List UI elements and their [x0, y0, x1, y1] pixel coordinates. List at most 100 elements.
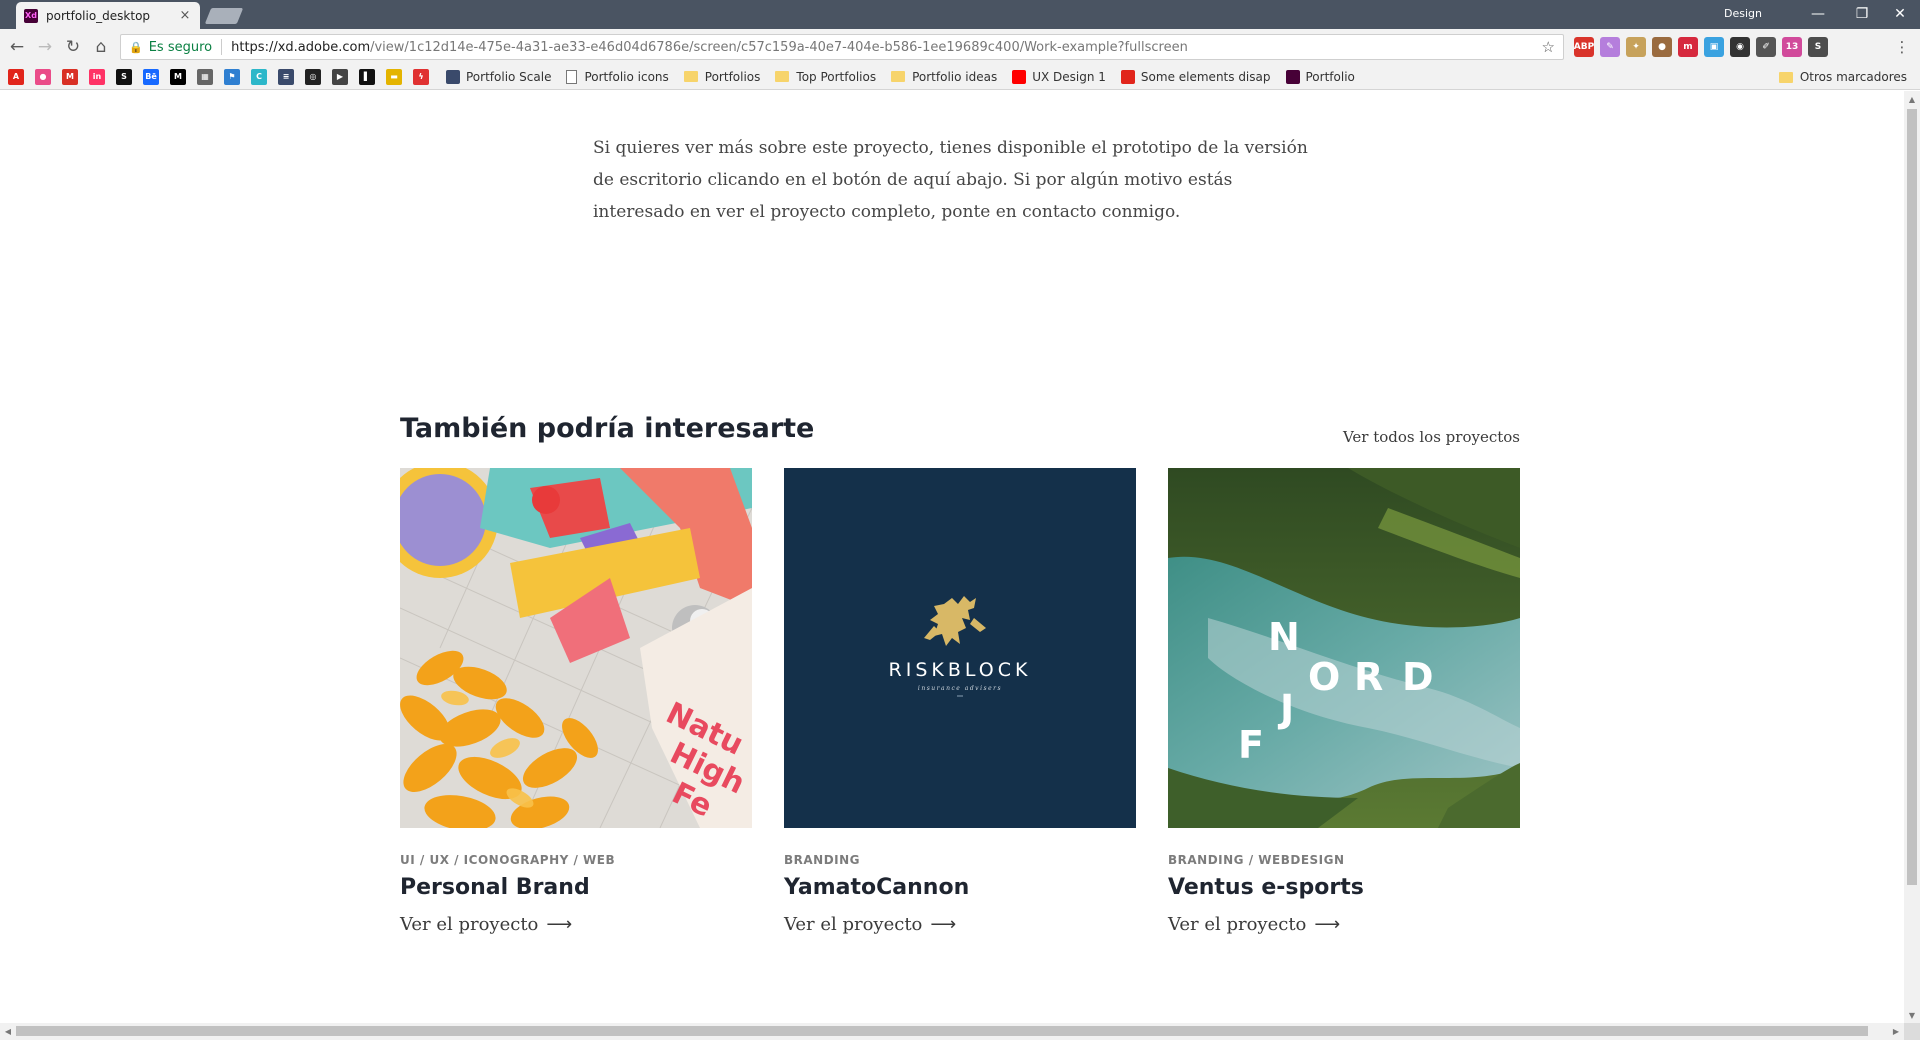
- xd-icon: [1285, 69, 1300, 84]
- forward-arrow-icon[interactable]: →: [35, 37, 55, 57]
- card-tags: BRANDING: [784, 853, 861, 867]
- browser-window: Xd portfolio_desktop × Design — ❐ ✕ ← → …: [0, 0, 1920, 1040]
- minimize-icon[interactable]: —: [1798, 3, 1838, 25]
- tab-strip: Xd portfolio_desktop × Design — ❐ ✕: [0, 0, 1920, 29]
- pen-extension-icon[interactable]: ✎: [1600, 37, 1620, 57]
- intro-paragraph: Si quieres ver más sobre este proyecto, …: [593, 138, 1308, 222]
- view-project-link[interactable]: Ver el proyecto ⟶: [400, 914, 752, 935]
- view-project-link[interactable]: Ver el proyecto ⟶: [1168, 914, 1520, 935]
- s-bookmark-icon[interactable]: S: [116, 68, 132, 85]
- behance-bookmark-icon[interactable]: Bē: [143, 68, 159, 85]
- adblock-icon[interactable]: ABP: [1574, 37, 1594, 57]
- other-bookmarks-label: Otros marcadores: [1799, 70, 1907, 84]
- notify-extension-icon[interactable]: 13: [1782, 37, 1802, 57]
- bookmark-item[interactable]: Portfolio Scale: [446, 69, 551, 84]
- bolt-bookmark-icon[interactable]: ϟ: [413, 68, 429, 85]
- card-title[interactable]: Personal Brand: [400, 875, 752, 900]
- flag-bookmark-icon[interactable]: ⚑: [224, 68, 240, 85]
- reload-icon[interactable]: ↻: [63, 37, 83, 57]
- view-all-projects-link[interactable]: Ver todos los proyectos: [1343, 428, 1520, 446]
- camera-extension-icon[interactable]: ◉: [1730, 37, 1750, 57]
- dropper-extension-icon[interactable]: ✦: [1626, 37, 1646, 57]
- folder-icon: [775, 71, 790, 82]
- view-project-label: Ver el proyecto: [784, 914, 923, 935]
- bookmark-item[interactable]: UX Design 1: [1012, 69, 1106, 84]
- vertical-scrollbar[interactable]: ▲ ▼: [1904, 91, 1920, 1023]
- bookmark-item[interactable]: Some elements disap: [1120, 69, 1271, 84]
- stripes-bookmark-icon[interactable]: ▬: [386, 68, 402, 85]
- grid-bookmark-icon[interactable]: ▦: [197, 68, 213, 85]
- browser-menu-icon[interactable]: ⋮: [1894, 37, 1910, 57]
- back-arrow-icon[interactable]: ←: [7, 37, 27, 57]
- bookmark-item[interactable]: Portfolios: [683, 69, 761, 84]
- project-card-ventus-esports[interactable]: N O R D J F BRANDING / WEBDESIGN Ventus …: [1168, 468, 1520, 935]
- bookmark-label: Portfolio: [1305, 69, 1355, 84]
- view-project-link[interactable]: Ver el proyecto ⟶: [784, 914, 1136, 935]
- c-bookmark-icon[interactable]: C: [251, 68, 267, 85]
- project-card-personal-brand[interactable]: Natu High Fe UI / UX / ICONOGRAPHY / WEB…: [400, 468, 752, 935]
- bookmark-item[interactable]: Portfolio ideas: [891, 70, 997, 84]
- address-bar[interactable]: 🔒 Es seguro https://xd.adobe.com/view/1c…: [120, 34, 1564, 60]
- project-thumbnail-personal-brand[interactable]: Natu High Fe: [400, 468, 752, 828]
- maximize-icon[interactable]: ❐: [1842, 3, 1882, 25]
- card-title[interactable]: Ventus e-sports: [1168, 875, 1520, 900]
- window-close-icon[interactable]: ✕: [1880, 3, 1920, 25]
- scroll-up-icon[interactable]: ▲: [1904, 91, 1920, 107]
- profile-name[interactable]: Design: [1724, 7, 1762, 20]
- fjord-letter-n: N: [1268, 615, 1300, 659]
- window-extension-icon[interactable]: ▣: [1704, 37, 1724, 57]
- bookmark-list: Portfolio Scale Portfolio icons Portfolios…: [446, 69, 1370, 84]
- bookmark-item[interactable]: Top Portfolios: [775, 70, 876, 84]
- colorpick-extension-icon[interactable]: ✐: [1756, 37, 1776, 57]
- url-path: /view/1c12d14e-475e-4a31-ae33-e46d04d678…: [370, 39, 1188, 55]
- bookmark-label: Portfolios: [704, 69, 761, 84]
- bookmark-label: Portfolio ideas: [912, 69, 998, 84]
- lines-bookmark-icon[interactable]: ≡: [278, 68, 294, 85]
- invision-bookmark-icon[interactable]: in: [89, 68, 105, 85]
- bookmark-item[interactable]: Portfolio: [1285, 69, 1355, 84]
- horizontal-scroll-thumb[interactable]: [16, 1026, 1868, 1036]
- adobe-bookmark-icon[interactable]: A: [8, 68, 24, 85]
- tab-portfolio-desktop[interactable]: Xd portfolio_desktop ×: [16, 2, 200, 29]
- bookmark-icons: A ● Min S Bē M ▦ ⚑ C ≡ ◎ ▶ ▌ ▬ ϟ: [8, 68, 440, 85]
- bookmarks-bar: A ● Min S Bē M ▦ ⚑ C ≡ ◎ ▶ ▌ ▬ ϟ Portfolio Scale Portfo…: [0, 64, 1920, 90]
- s-extension-icon[interactable]: S: [1808, 37, 1828, 57]
- dribbble-bookmark-icon[interactable]: ●: [35, 68, 51, 85]
- project-card-yamatocannon[interactable]: RISKBLOCK insurance advisers BRANDING Ya…: [784, 468, 1136, 935]
- card-tags: BRANDING / WEBDESIGN: [1168, 853, 1345, 867]
- medium-bookmark-icon[interactable]: M: [170, 68, 186, 85]
- arrow-right-icon: ⟶: [930, 914, 957, 935]
- project-thumbnail-yamatocannon[interactable]: RISKBLOCK insurance advisers: [784, 468, 1136, 828]
- lock-icon: 🔒: [129, 40, 143, 54]
- fjord-letter-d: D: [1402, 655, 1434, 699]
- scroll-left-icon[interactable]: ◀: [0, 1023, 16, 1040]
- new-tab-button[interactable]: [204, 8, 244, 24]
- horizontal-scrollbar[interactable]: ◀ ▶: [0, 1023, 1920, 1040]
- scroll-right-icon[interactable]: ▶: [1888, 1023, 1904, 1040]
- play-bookmark-icon[interactable]: ▶: [332, 68, 348, 85]
- other-bookmarks[interactable]: Otros marcadores: [1778, 70, 1907, 84]
- arrow-right-icon: ⟶: [546, 914, 573, 935]
- url-text[interactable]: https://xd.adobe.com/view/1c12d14e-475e-…: [231, 40, 1535, 55]
- gmail-bookmark-icon[interactable]: M: [62, 68, 78, 85]
- card-tags: UI / UX / ICONOGRAPHY / WEB: [400, 853, 616, 867]
- project-thumbnail-ventus-esports[interactable]: N O R D J F: [1168, 468, 1520, 828]
- m-extension-icon[interactable]: m: [1678, 37, 1698, 57]
- view-project-label: Ver el proyecto: [1168, 914, 1307, 935]
- card-title[interactable]: YamatoCannon: [784, 875, 1136, 900]
- folder-icon: [891, 71, 906, 82]
- bookmark-label: UX Design 1: [1032, 69, 1106, 84]
- cookie-extension-icon[interactable]: ●: [1652, 37, 1672, 57]
- bookmark-item[interactable]: Portfolio icons: [566, 69, 669, 84]
- bar-bookmark-icon[interactable]: ▌: [359, 68, 375, 85]
- bookmark-star-icon[interactable]: ☆: [1542, 38, 1555, 56]
- omnibox-divider: [221, 39, 223, 55]
- secure-label[interactable]: Es seguro: [149, 40, 212, 55]
- circle-bookmark-icon[interactable]: ◎: [305, 68, 321, 85]
- fjord-letter-j: J: [1277, 687, 1294, 731]
- youtube-icon: [1012, 69, 1027, 84]
- scroll-down-icon[interactable]: ▼: [1904, 1007, 1920, 1023]
- vertical-scroll-thumb[interactable]: [1907, 109, 1917, 885]
- tab-close-icon[interactable]: ×: [178, 8, 192, 23]
- home-icon[interactable]: ⌂: [91, 37, 111, 57]
